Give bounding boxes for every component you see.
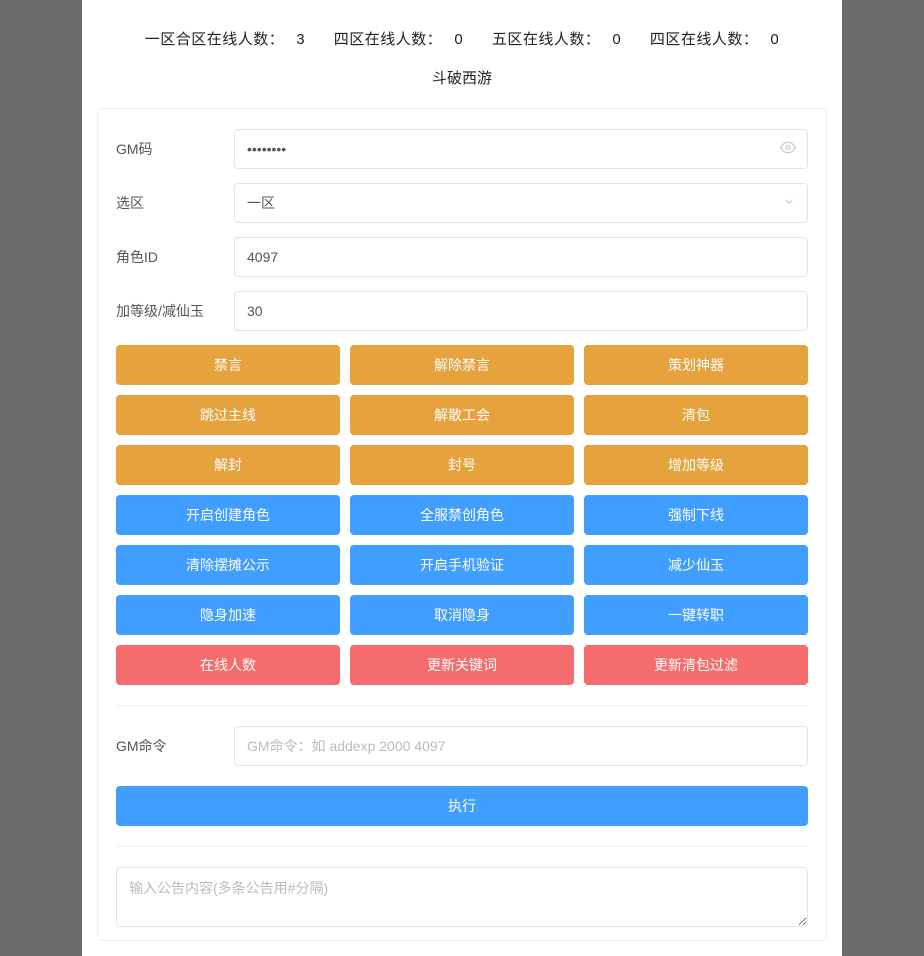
btn-skip-main[interactable]: 跳过主线 — [116, 395, 340, 435]
role-id-input[interactable] — [234, 237, 808, 277]
row-level: 加等级/减仙玉 — [116, 291, 808, 331]
btn-global-disable-create[interactable]: 全服禁创角色 — [350, 495, 574, 535]
header: 一区合区在线人数：3 四区在线人数：0 五区在线人数：0 四区在线人数：0 斗破… — [82, 0, 842, 108]
page-subtitle: 斗破西游 — [102, 67, 822, 88]
row-gm-code: GM码 — [116, 129, 808, 169]
btn-unmute[interactable]: 解除禁言 — [350, 345, 574, 385]
label-gm-code: GM码 — [116, 139, 234, 159]
btn-planner-artifact[interactable]: 策划神器 — [584, 345, 808, 385]
btn-one-click-transfer[interactable]: 一键转职 — [584, 595, 808, 635]
main-card: GM码 选区 角色ID 加等级/减仙玉 — [97, 108, 827, 941]
stat-zone5: 五区在线人数：0 — [486, 31, 627, 48]
stats-line: 一区合区在线人数：3 四区在线人数：0 五区在线人数：0 四区在线人数：0 — [102, 28, 822, 49]
row-zone: 选区 — [116, 183, 808, 223]
btn-ban[interactable]: 封号 — [350, 445, 574, 485]
btn-force-offline[interactable]: 强制下线 — [584, 495, 808, 535]
execute-button[interactable]: 执行 — [116, 786, 808, 826]
divider-2 — [116, 846, 808, 847]
row-role-id: 角色ID — [116, 237, 808, 277]
stat-zone4b: 四区在线人数：0 — [644, 31, 785, 48]
button-grid: 禁言 解除禁言 策划神器 跳过主线 解散工会 清包 解封 封号 增加等级 开启创… — [116, 345, 808, 685]
level-input[interactable] — [234, 291, 808, 331]
btn-reduce-jade[interactable]: 减少仙玉 — [584, 545, 808, 585]
btn-enable-create-role[interactable]: 开启创建角色 — [116, 495, 340, 535]
stat-zone4a: 四区在线人数：0 — [328, 31, 469, 48]
btn-mute[interactable]: 禁言 — [116, 345, 340, 385]
zone-select[interactable] — [234, 183, 808, 223]
label-level: 加等级/减仙玉 — [116, 301, 234, 321]
page-container: 一区合区在线人数：3 四区在线人数：0 五区在线人数：0 四区在线人数：0 斗破… — [82, 0, 842, 956]
btn-cancel-stealth[interactable]: 取消隐身 — [350, 595, 574, 635]
btn-clear-stall-notice[interactable]: 清除摆摊公示 — [116, 545, 340, 585]
btn-add-level[interactable]: 增加等级 — [584, 445, 808, 485]
gm-command-input[interactable] — [234, 726, 808, 766]
label-gm-command: GM命令 — [116, 736, 234, 756]
btn-stealth-speed[interactable]: 隐身加速 — [116, 595, 340, 635]
row-gm-command: GM命令 — [116, 726, 808, 766]
btn-unseal[interactable]: 解封 — [116, 445, 340, 485]
stat-zone1: 一区合区在线人数：3 — [139, 31, 311, 48]
btn-online-count[interactable]: 在线人数 — [116, 645, 340, 685]
label-zone: 选区 — [116, 193, 234, 213]
divider — [116, 705, 808, 706]
gm-code-input[interactable] — [234, 129, 808, 169]
btn-disband-guild[interactable]: 解散工会 — [350, 395, 574, 435]
btn-clear-bag[interactable]: 清包 — [584, 395, 808, 435]
btn-update-keywords[interactable]: 更新关键词 — [350, 645, 574, 685]
btn-enable-phone-verify[interactable]: 开启手机验证 — [350, 545, 574, 585]
btn-update-clearbag-filter[interactable]: 更新清包过滤 — [584, 645, 808, 685]
label-role-id: 角色ID — [116, 247, 234, 267]
eye-icon[interactable] — [780, 140, 796, 159]
announcement-textarea[interactable] — [116, 867, 808, 927]
